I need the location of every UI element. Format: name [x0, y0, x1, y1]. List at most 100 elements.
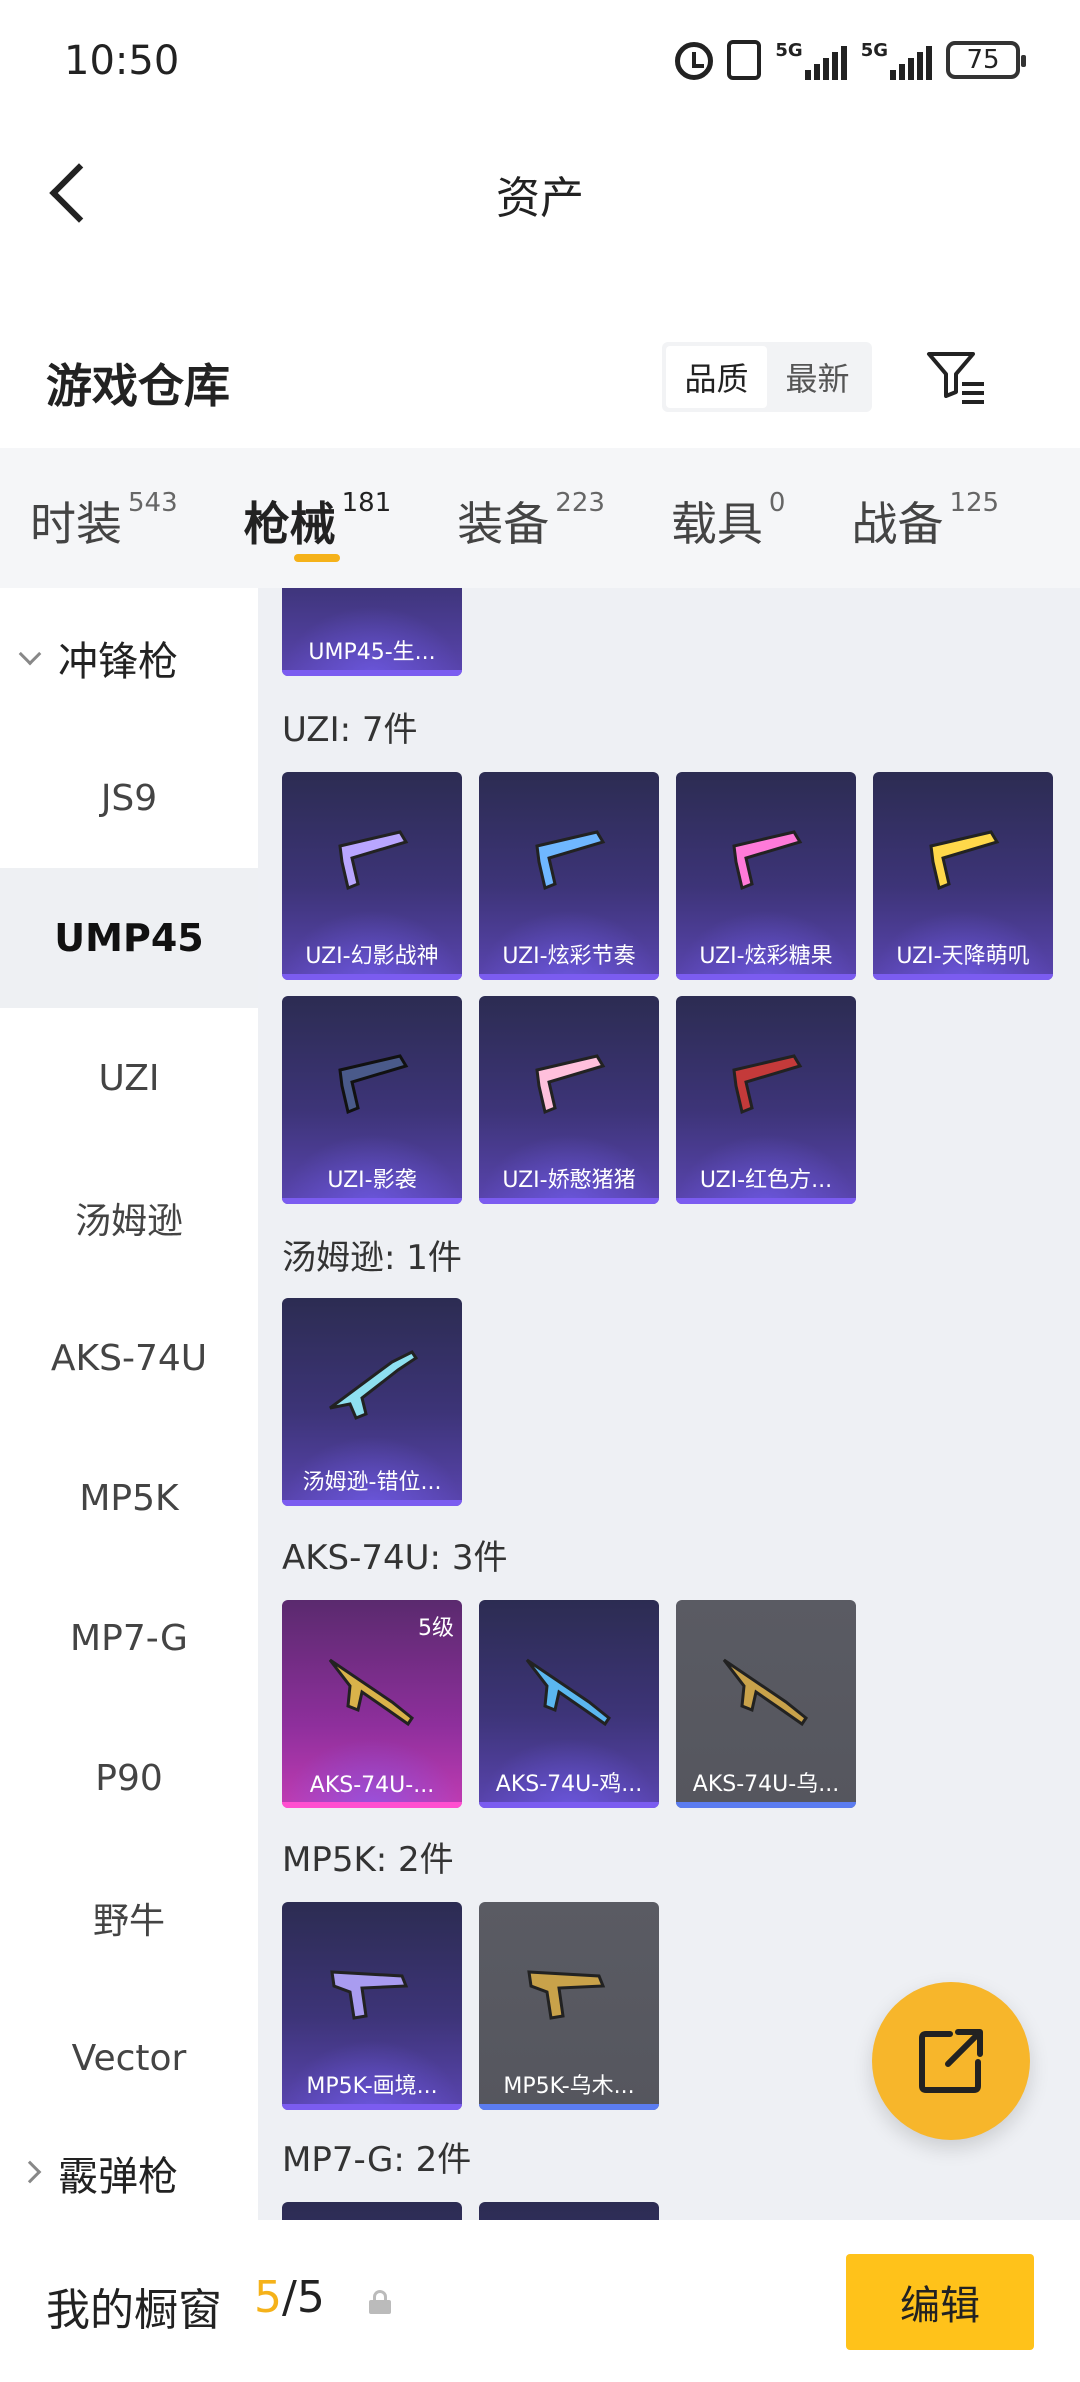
alarm-icon	[675, 40, 714, 80]
item-card-name: UZI-天降萌叽	[896, 944, 1030, 969]
group-label-mp5k: MP5K: 2件	[282, 1840, 454, 1880]
group-label-aks74u: AKS-74U: 3件	[282, 1538, 508, 1578]
sidebar-item-thompson[interactable]: 汤姆逊	[0, 1148, 258, 1288]
uzi-icon	[338, 830, 409, 891]
chevron-down-icon	[18, 642, 42, 666]
network-type-2: 5G	[860, 40, 888, 61]
item-card-name: UZI-炫彩糖果	[699, 944, 833, 969]
share-fab-button[interactable]	[872, 1982, 1030, 2140]
item-card[interactable]: UZI-红色方...	[676, 996, 856, 1204]
item-card[interactable]: UZI-影袭	[282, 996, 462, 1204]
tab-fashion[interactable]: 时装 543	[30, 448, 178, 588]
sidebar-group-shotgun[interactable]: 霰弹枪	[0, 2128, 258, 2218]
status-bar: 10:50 5G 5G 75	[0, 0, 1080, 120]
sidebar: 冲锋枪 JS9 UMP45 UZI 汤姆逊 AKS-74U MP5K MP7-G…	[0, 588, 258, 2220]
signal-icon-2: 5G	[861, 40, 932, 80]
lock-icon	[368, 2290, 392, 2314]
showcase-count: 5/5	[254, 2272, 325, 2323]
item-card[interactable]: UZI-炫彩节奏	[479, 772, 659, 980]
tab-active-indicator	[293, 554, 340, 562]
rifle-icon	[525, 1658, 612, 1727]
sort-toggle: 品质 最新	[662, 342, 872, 412]
item-card[interactable]: UZI-娇憨猪猪	[479, 996, 659, 1204]
tab-count: 0	[768, 488, 786, 518]
rifle-icon	[722, 1658, 809, 1727]
item-card[interactable]: 5级 AKS-74U-...	[282, 1600, 462, 1808]
sidebar-item-js9[interactable]: JS9	[0, 728, 258, 868]
sidebar-item-vector[interactable]: Vector	[0, 1988, 258, 2128]
sidebar-item-ump45[interactable]: UMP45	[0, 868, 258, 1008]
item-card-name: AKS-74U-乌...	[692, 1772, 840, 1797]
uzi-icon	[535, 1054, 606, 1115]
sidebar-item-bizon[interactable]: 野牛	[0, 1848, 258, 1988]
uzi-icon	[338, 1054, 409, 1115]
tab-count: 543	[128, 488, 178, 518]
item-card[interactable]: 汤姆逊-错位...	[282, 1298, 462, 1506]
item-card-name: MP5K-乌木...	[503, 2074, 635, 2099]
filter-button[interactable]	[924, 344, 988, 408]
sidebar-item-mp5k[interactable]: MP5K	[0, 1428, 258, 1568]
tab-count: 181	[341, 488, 392, 518]
tab-count: 125	[949, 488, 1000, 518]
rifle-icon	[328, 1658, 415, 1727]
section-head: 游戏仓库 品质 最新	[0, 320, 1080, 440]
network-type-1: 5G	[775, 40, 803, 61]
item-card-name: UZI-炫彩节奏	[502, 944, 636, 969]
sort-option-latest[interactable]: 最新	[767, 346, 868, 408]
group-label-uzi: UZI: 7件	[282, 710, 418, 750]
item-card-name: UZI-幻影战神	[305, 944, 439, 969]
item-card[interactable]: AKS-74U-鸡...	[479, 1600, 659, 1808]
tab-equipment[interactable]: 装备 223	[457, 448, 605, 588]
sidebar-group-label: 霰弹枪	[58, 2154, 178, 2200]
status-time: 10:50	[64, 38, 180, 84]
bottom-bar: 我的橱窗 5/5 编辑	[0, 2220, 1080, 2382]
item-card-name: UZI-影袭	[327, 1168, 417, 1193]
item-card-name: AKS-74U-...	[309, 1773, 435, 1798]
uzi-icon	[732, 830, 803, 891]
sidebar-item-p90[interactable]: P90	[0, 1708, 258, 1848]
uzi-icon	[732, 1054, 803, 1115]
tab-label: 战备	[851, 497, 944, 551]
tab-vehicles[interactable]: 载具 0	[671, 448, 786, 588]
battery-icon: 75	[946, 41, 1026, 79]
status-icons: 5G 5G 75	[675, 40, 1026, 80]
vibrate-icon	[727, 40, 762, 80]
group-label-mp7g: MP7-G: 2件	[282, 2140, 472, 2180]
signal-icon: 5G	[775, 40, 847, 80]
sidebar-item-mp7g[interactable]: MP7-G	[0, 1568, 258, 1708]
tab-supplies[interactable]: 战备 125	[851, 448, 999, 588]
item-card[interactable]: MP5K-画境...	[282, 1902, 462, 2110]
tab-label: 枪械	[243, 497, 336, 551]
uzi-icon	[929, 830, 1000, 891]
sidebar-item-aks74u[interactable]: AKS-74U	[0, 1288, 258, 1428]
category-tabs: 时装 543 枪械 181 装备 223 载具 0 战备 125	[0, 448, 1080, 588]
group-label-thompson: 汤姆逊: 1件	[282, 1238, 462, 1278]
item-card[interactable]: UMP45-生...	[282, 588, 462, 676]
item-card[interactable]: UZI-炫彩糖果	[676, 772, 856, 980]
smg-icon	[330, 1970, 409, 2020]
edit-button[interactable]: 编辑	[846, 2254, 1034, 2350]
rifle-icon	[329, 1350, 419, 1420]
sidebar-item-uzi[interactable]: UZI	[0, 1008, 258, 1148]
item-card-name: UMP45-生...	[308, 640, 436, 665]
item-card-name: MP5K-画境...	[306, 2074, 438, 2099]
tab-label: 装备	[457, 497, 550, 551]
item-card-name: UZI-娇憨猪猪	[502, 1168, 636, 1193]
smg-icon	[527, 1970, 606, 2020]
item-card[interactable]	[282, 2202, 462, 2220]
header: 资产	[0, 130, 1080, 250]
item-card[interactable]: AKS-74U-乌...	[676, 1600, 856, 1808]
tab-firearms[interactable]: 枪械 181	[243, 448, 392, 588]
showcase-label: 我的橱窗	[46, 2285, 222, 2336]
item-card[interactable]: UZI-天降萌叽	[873, 772, 1053, 980]
item-card[interactable]	[479, 2202, 659, 2220]
external-link-icon	[919, 2029, 983, 2093]
sort-option-quality[interactable]: 品质	[666, 346, 767, 408]
item-level-badge: 5级	[418, 1616, 454, 1641]
sidebar-group-smg[interactable]: 冲锋枪	[0, 588, 258, 728]
tab-label: 载具	[670, 497, 763, 551]
item-card[interactable]: UZI-幻影战神	[282, 772, 462, 980]
item-card[interactable]: MP5K-乌木...	[479, 1902, 659, 2110]
chevron-right-icon	[18, 2160, 42, 2184]
showcase-total: 5	[296, 2272, 325, 2323]
